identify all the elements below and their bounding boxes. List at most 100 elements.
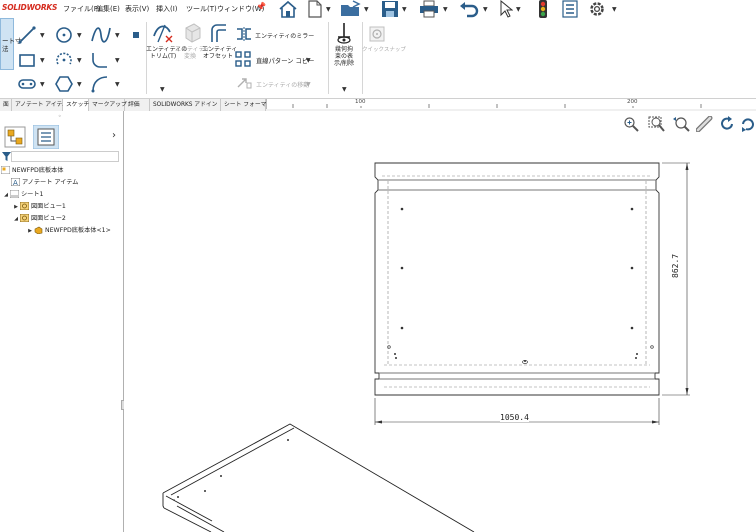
sheet-ruler: 100 200 [266, 99, 756, 109]
tree-item-label: アノテート アイテム [22, 179, 79, 186]
line-tool-icon[interactable] [17, 25, 37, 47]
pin-icon[interactable]: 📌 [256, 2, 266, 11]
tree-item-label: 図面ビュー2 [31, 215, 66, 222]
rectangle-dropdown-icon[interactable]: ▼ [40, 57, 45, 64]
slot-dropdown-icon[interactable]: ▼ [40, 81, 45, 88]
new-dropdown-icon[interactable]: ▼ [326, 6, 331, 13]
select-cursor-icon[interactable] [499, 0, 513, 18]
trim-entities-icon[interactable] [152, 22, 174, 46]
tree-item-label: NEWFPD底板本体<1> [45, 227, 111, 234]
tree-item-root[interactable]: NEWFPD底板本体 [1, 165, 63, 176]
tree-item-sheet[interactable]: ◢ シート1 [2, 189, 44, 200]
home-icon[interactable] [278, 0, 298, 18]
circle-tool-icon[interactable] [54, 25, 74, 47]
menu-insert[interactable]: 挿入(I) [156, 4, 178, 14]
spline-dropdown-icon[interactable]: ▼ [115, 32, 120, 39]
menu-tools[interactable]: ツール(T) [186, 4, 217, 14]
sheet-icon [10, 190, 19, 198]
slot-tool-icon[interactable] [17, 74, 37, 96]
select-dropdown-icon[interactable]: ▼ [516, 6, 521, 13]
offset-entities-icon[interactable] [208, 22, 228, 46]
drawing-document-icon [1, 166, 10, 174]
arc-tool-icon[interactable] [54, 50, 74, 72]
ribbon-separator [362, 22, 363, 94]
ribbon-separator [328, 22, 329, 94]
solidworks-logo: SOLIDWORKS [2, 3, 58, 12]
ruler-ticks [292, 104, 702, 108]
rectangle-tool-icon[interactable] [17, 50, 37, 72]
polygon-tool-icon[interactable] [54, 74, 74, 96]
move-dropdown-icon[interactable]: ▼ [306, 81, 311, 88]
convert-entities-icon[interactable] [182, 22, 202, 46]
display-relations-icon[interactable] [334, 22, 354, 46]
tree-item-label: NEWFPD底板本体 [12, 167, 64, 174]
tab-evaluate[interactable]: 評価 [125, 99, 150, 111]
point-tool-icon[interactable] [131, 30, 141, 42]
menu-bar: SOLIDWORKS ファイル(F) 編集(E) 表示(V) 挿入(I) ツール… [0, 0, 756, 18]
fillet-tool-icon[interactable] [90, 50, 110, 72]
relations-dropdown-icon[interactable]: ▼ [342, 86, 347, 93]
move-entities-icon[interactable] [236, 77, 252, 91]
tab-solidworks-addins[interactable]: SOLIDWORKS アドイン [150, 99, 221, 111]
new-document-icon[interactable] [308, 0, 322, 18]
property-manager-tab-icon[interactable] [32, 124, 60, 151]
filter-icon[interactable] [2, 152, 11, 163]
save-icon[interactable] [381, 0, 399, 18]
drawing-view-icon [20, 214, 29, 222]
collapse-arrow-icon[interactable]: ◢ [2, 190, 10, 201]
save-dropdown-icon[interactable]: ▼ [402, 6, 407, 13]
tab-markup[interactable]: マークアップ [89, 99, 127, 111]
menu-file[interactable]: ファイル(F) [63, 4, 101, 14]
conic-tool-icon[interactable] [90, 74, 110, 96]
print-dropdown-icon[interactable]: ▼ [443, 6, 448, 13]
undo-icon[interactable] [459, 0, 479, 18]
undo-dropdown-icon[interactable]: ▼ [483, 6, 488, 13]
conic-dropdown-icon[interactable]: ▼ [115, 81, 120, 88]
open-folder-icon[interactable] [340, 0, 362, 18]
expand-arrow-icon[interactable]: ▶ [26, 226, 34, 237]
quick-snaps-label: クイックスナップ [362, 47, 406, 53]
spline-tool-icon[interactable] [90, 25, 112, 47]
arc-dropdown-icon[interactable]: ▼ [77, 57, 82, 64]
tree-item-drawing-view-2[interactable]: ◢ 図面ビュー2 [12, 213, 66, 224]
menu-view[interactable]: 表示(V) [125, 4, 149, 14]
drawing-view-icon [20, 202, 29, 210]
quick-snaps-icon[interactable] [369, 26, 385, 44]
fillet-dropdown-icon[interactable]: ▼ [115, 57, 120, 64]
polygon-dropdown-icon[interactable]: ▼ [77, 81, 82, 88]
mirror-entities-label[interactable]: エンティティのミラー [255, 31, 314, 40]
offset-entities-label: エンティティ オフセット [202, 46, 238, 60]
circle-dropdown-icon[interactable]: ▼ [77, 32, 82, 39]
tree-item-part[interactable]: ▶ NEWFPD底板本体<1> [26, 225, 111, 236]
expand-arrow-icon[interactable]: ▶ [12, 202, 20, 213]
part-icon [34, 226, 43, 234]
line-dropdown-icon[interactable]: ▼ [40, 32, 45, 39]
file-properties-icon[interactable] [562, 0, 578, 18]
panel-expand-chevron-icon[interactable]: › [112, 130, 116, 141]
options-dropdown-icon[interactable]: ▼ [612, 6, 617, 13]
tree-item-annotations[interactable]: A アノテート アイテム [11, 177, 78, 188]
panel-grip-icon[interactable]: ◦ [58, 113, 62, 120]
linear-pattern-icon[interactable] [235, 51, 253, 69]
tab-view-layout[interactable]: 面 [0, 99, 12, 111]
options-gear-icon[interactable] [588, 0, 606, 18]
rebuild-traffic-light-icon[interactable] [538, 0, 548, 18]
drawing-view-isometric[interactable] [124, 111, 756, 532]
mirror-entities-icon[interactable] [235, 27, 253, 43]
print-icon[interactable] [419, 0, 439, 18]
tab-annotation[interactable]: アノテート アイテム [12, 99, 68, 111]
trim-dropdown-icon[interactable]: ▼ [160, 86, 165, 93]
convert-entities-label: エンティティ 変換 [175, 46, 211, 60]
tab-sketch[interactable]: スケッチ [63, 99, 89, 111]
smart-dimension-button[interactable]: ート寸 法 [0, 18, 22, 70]
annotations-folder-icon: A [11, 178, 20, 186]
collapse-arrow-icon[interactable]: ◢ [12, 214, 20, 225]
menu-edit[interactable]: 編集(E) [96, 4, 120, 14]
feature-manager-tab-icon[interactable] [4, 126, 26, 150]
move-entities-label[interactable]: エンティティの移動 [256, 80, 309, 89]
open-dropdown-icon[interactable]: ▼ [364, 6, 369, 13]
tree-item-drawing-view-1[interactable]: ▶ 図面ビュー1 [12, 201, 66, 212]
tab-sheet-format[interactable]: シート フォーマット [221, 99, 278, 111]
tree-filter-input[interactable] [11, 151, 119, 162]
linear-pattern-dropdown-icon[interactable]: ▼ [306, 57, 311, 64]
